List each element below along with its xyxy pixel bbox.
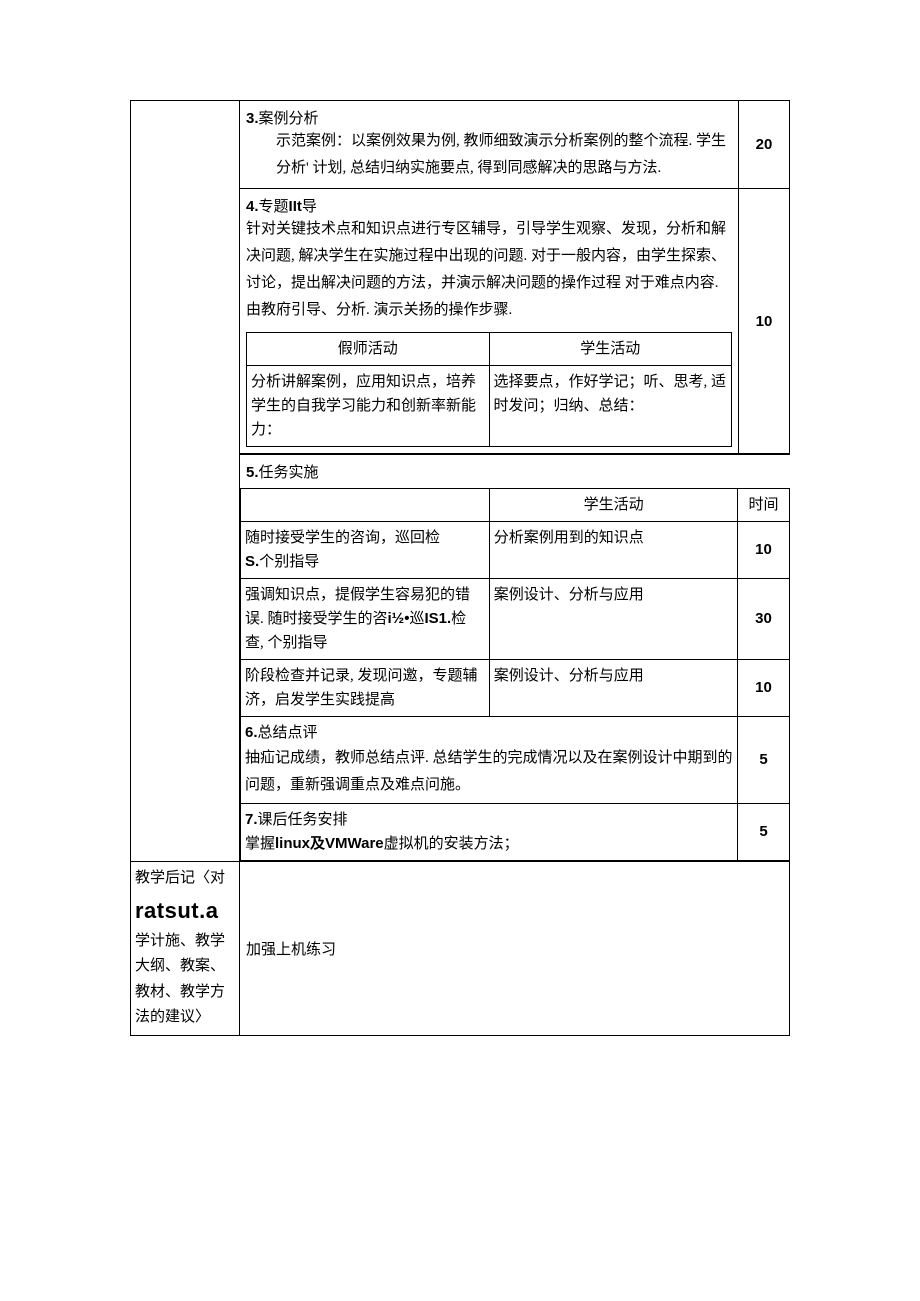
footer-l3: 学计施、教学大纲、教案、教材、教学方法的建议〉 <box>135 933 225 1026</box>
sec5-h3: 时间 <box>738 489 789 522</box>
sec7-time: 5 <box>738 804 789 861</box>
sec5-title: 任务实施 <box>259 465 319 481</box>
sec7-post: 虚拟机的安装方法； <box>384 836 519 852</box>
row-case-analysis: 3.案例分析 示范案例：以案例效果为例, 教师细致演示分析案例的整个流程. 学生… <box>131 101 790 189</box>
topic-guide-content: 4.专题IIt导 针对关键技术点和知识点进行专区辅导，引导学生观察、发现，分析和… <box>240 189 739 454</box>
sec7-cell: 7.课后任务安排 掌握linux及VMWare虚拟机的安装方法； <box>241 804 738 861</box>
sec5-r1c1b-txt: 个别指导 <box>259 554 319 570</box>
sec3-num: 3. <box>246 110 259 127</box>
footer-l2: ratsut.a <box>135 898 218 923</box>
sec4-cell-teacher: 分析讲解案例，应用知识点，培养学生的自我学习能力和创新率新能力： <box>247 366 490 447</box>
footer-right: 加强上机练习 <box>240 862 790 1036</box>
sec7-bold: linux及VMWare <box>275 835 384 852</box>
sec3-time: 20 <box>739 101 790 189</box>
sec3-title: 案例分析 <box>259 111 319 127</box>
sec6-time: 5 <box>738 717 789 804</box>
lesson-plan-table: 3.案例分析 示范案例：以案例效果为例, 教师细致演示分析案例的整个流程. 学生… <box>130 100 790 1036</box>
sec7-pre: 掌握 <box>245 836 275 852</box>
sec3-body: 示范案例：以案例效果为例, 教师细致演示分析案例的整个流程. 学生分析' 计划,… <box>246 128 732 182</box>
sec6-num: 6. <box>245 724 258 741</box>
sec5-r1c1b-num: S. <box>245 553 259 570</box>
sec5-r1c1: 随时接受学生的咨询，巡回检 S.个别指导 <box>241 522 490 579</box>
row-footer: 教学后记〈对 ratsut.a 学计施、教学大纲、教案、教材、教学方法的建议〉 … <box>131 862 790 1036</box>
sec5-r3c3: 10 <box>738 660 789 717</box>
sec5-num: 5. <box>246 464 259 481</box>
sec5-r1c1a: 随时接受学生的咨询，巡回检 <box>245 530 440 546</box>
sec6-title: 总结点评 <box>258 725 318 741</box>
sec4-body: 针对关键技术点和知识点进行专区辅导，引导学生观察、发现，分析和解决问题, 解决学… <box>246 216 732 324</box>
sec6-body: 抽疝记成绩，教师总结点评. 总结学生的完成情况以及在案例设计中期到的问题，重新强… <box>245 750 733 793</box>
sec5-r1c3: 10 <box>738 522 789 579</box>
sec4-time: 10 <box>739 189 790 454</box>
sec7-body: 掌握linux及VMWare虚拟机的安装方法； <box>245 836 519 852</box>
footer-l1: 教学后记〈对 <box>135 870 225 886</box>
sec5-r3c1: 阶段检查并记录, 发现问邀，专题辅济，启发学生实践提高 <box>241 660 490 717</box>
sec7-title: 课后任务安排 <box>258 812 348 828</box>
sec7-num: 7. <box>245 811 258 828</box>
sec4-title: 专题IIt导 <box>259 198 317 215</box>
sec5-h1-empty <box>241 489 490 522</box>
sec4-cell-student: 选择要点，作好学记；听、思考, 适时发问；归纳、总结： <box>489 366 732 447</box>
sec6-cell: 6.总结点评 抽疝记成绩，教师总结点评. 总结学生的完成情况以及在案例设计中期到… <box>241 717 738 804</box>
sec5-h2: 学生活动 <box>489 489 738 522</box>
sec5-inner-table: 学生活动 时间 随时接受学生的咨询，巡回检 S.个别指导 分析案例用到的知识点 … <box>240 488 790 861</box>
sec4-inner-table: 假师活动 学生活动 分析讲解案例，应用知识点，培养学生的自我学习能力和创新率新能… <box>246 332 732 447</box>
sec5-r2c3: 30 <box>738 579 789 660</box>
sec4-hdr-teacher: 假师活动 <box>247 333 490 366</box>
sec5-r2c2: 案例设计、分析与应用 <box>489 579 738 660</box>
sec4-hdr-student: 学生活动 <box>489 333 732 366</box>
left-empty <box>131 101 240 862</box>
sec4-num: 4. <box>246 198 259 215</box>
case-analysis-content: 3.案例分析 示范案例：以案例效果为例, 教师细致演示分析案例的整个流程. 学生… <box>240 101 739 189</box>
sec5-r3c2: 案例设计、分析与应用 <box>489 660 738 717</box>
footer-left: 教学后记〈对 ratsut.a 学计施、教学大纲、教案、教材、教学方法的建议〉 <box>131 862 240 1036</box>
sec5-r2c1: 强调知识点，提假学生容易犯的错误. 随时接受学生的咨i½•巡IS1.检查, 个别… <box>241 579 490 660</box>
sec5-r1c2: 分析案例用到的知识点 <box>489 522 738 579</box>
